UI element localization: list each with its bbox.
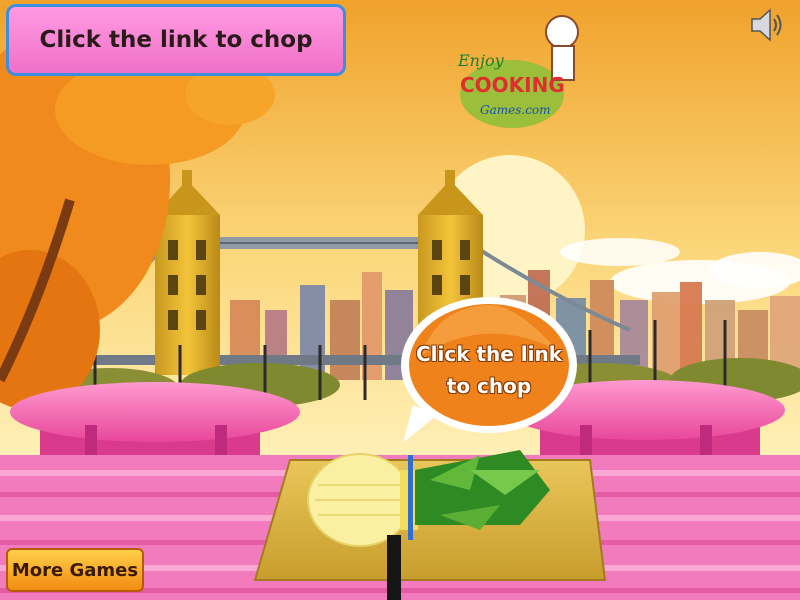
speaker-icon[interactable] bbox=[748, 6, 788, 44]
logo-cooking: COOKING bbox=[460, 73, 565, 97]
bubble-line-2: to chop bbox=[446, 374, 532, 398]
bubble-line-1: Click the link bbox=[415, 342, 563, 366]
logo-games: Games.com bbox=[480, 103, 551, 117]
bubble-text: Click the link to chop bbox=[404, 338, 574, 402]
pink-table-left bbox=[10, 382, 300, 460]
cloud bbox=[560, 238, 680, 266]
instruction-banner: Click the link to chop bbox=[6, 4, 346, 76]
logo-enjoy: Enjoy bbox=[457, 51, 505, 70]
game-logo[interactable]: Enjoy COOKING Games.com bbox=[450, 2, 600, 132]
more-games-button[interactable]: More Games bbox=[6, 548, 144, 592]
